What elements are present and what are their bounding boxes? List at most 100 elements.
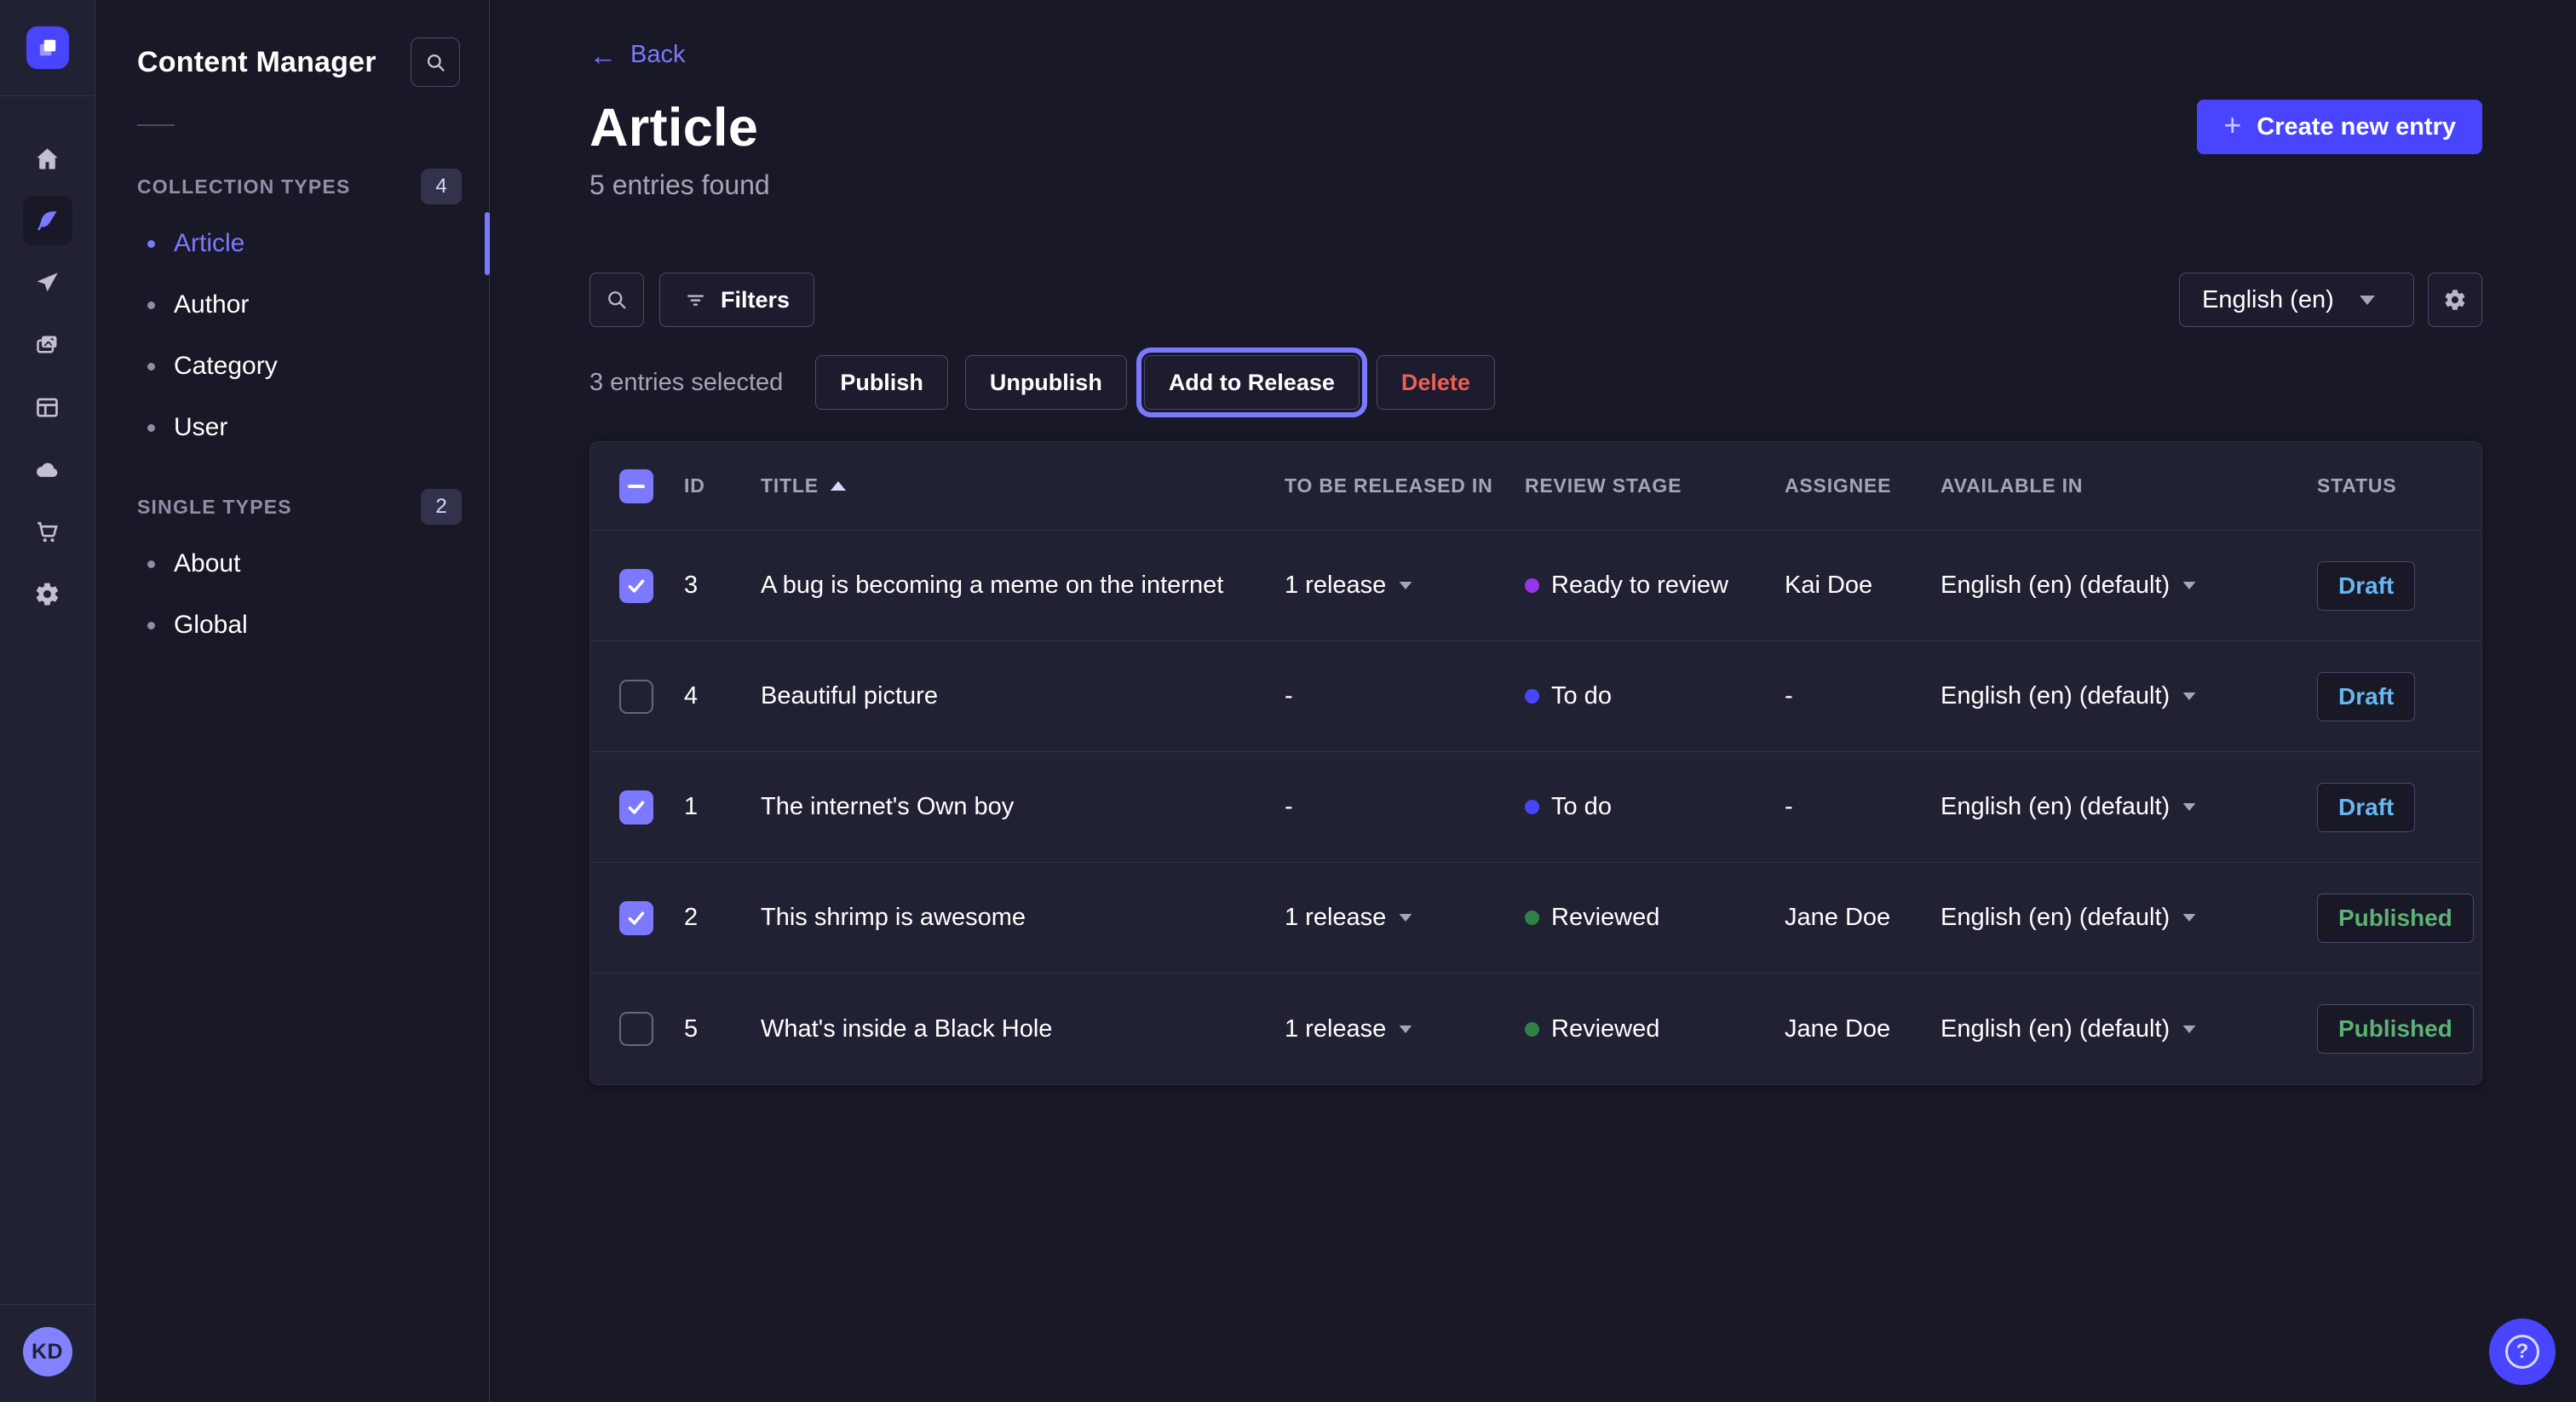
rail-nav [23,134,72,1304]
cell-available-in[interactable]: English (en) (default) [1941,904,2317,932]
cell-id: 1 [684,793,761,821]
locale-value: English (en) (default) [1941,682,2170,710]
content-type-builder-icon [34,394,60,421]
stage-dot [1525,689,1539,704]
status-badge: Draft [2317,672,2415,721]
stage-dot [1525,578,1539,593]
table-row[interactable]: 3A bug is becoming a meme on the interne… [590,531,2481,641]
cell-release[interactable]: 1 release [1285,572,1525,600]
strapi-logo-glyph [33,33,62,62]
table-row[interactable]: 1The internet's Own boy-To do-English (e… [590,752,2481,863]
status-badge: Draft [2317,783,2415,832]
cell-id: 4 [684,682,761,710]
chevron-down-icon [2360,296,2375,305]
sidebar-item-category[interactable]: Category [95,336,489,397]
stage-label: Reviewed [1551,1015,1659,1043]
cell-review-stage: To do [1525,682,1785,710]
sidebar-item-label: Category [174,352,278,381]
release-value: 1 release [1285,1015,1386,1043]
cell-available-in[interactable]: English (en) (default) [1941,793,2317,821]
sidebar-section-1: SINGLE TYPES2AboutGlobal [95,480,489,656]
cell-available-in[interactable]: English (en) (default) [1941,572,2317,600]
column-header-assignee[interactable]: ASSIGNEE [1785,474,1941,497]
app-root: KD Content Manager COLLECTION TYPES4Arti… [0,0,2576,1402]
cell-release[interactable]: 1 release [1285,1015,1525,1043]
cell-assignee: Jane Doe [1785,1015,1941,1043]
column-header-release[interactable]: TO BE RELEASED IN [1285,474,1525,497]
chevron-down-icon [1400,1025,1412,1032]
rail-bottom: KD [0,1304,95,1402]
sidebar-item-user[interactable]: User [95,397,489,458]
main-content: ← Back Article 5 entries found + Create … [490,0,2576,1402]
rail-item-home[interactable] [23,134,72,183]
question-icon: ? [2505,1335,2539,1369]
plus-icon: + [2223,110,2241,141]
table-row[interactable]: 4Beautiful picture-To do-English (en) (d… [590,641,2481,752]
row-checkbox[interactable] [619,569,653,603]
filters-button[interactable]: Filters [659,273,814,327]
column-header-status[interactable]: STATUS [2317,474,2481,497]
back-link[interactable]: ← Back [589,41,685,69]
column-header-title[interactable]: TITLE [761,474,1285,497]
help-button[interactable]: ? [2489,1319,2556,1385]
rail-item-releases[interactable] [23,258,72,307]
publish-button[interactable]: Publish [815,355,948,410]
settings-icon [34,581,60,607]
rail-item-content-manager[interactable] [23,196,72,245]
add-to-release-button[interactable]: Add to Release [1144,355,1360,410]
unpublish-button[interactable]: Unpublish [965,355,1127,410]
check-icon [624,906,648,930]
section-count-badge: 4 [421,169,462,204]
rail-item-marketplace[interactable] [23,507,72,556]
sidebar-item-article[interactable]: Article [95,213,489,274]
release-value: - [1285,682,1293,710]
cell-assignee: - [1785,682,1941,710]
avatar[interactable]: KD [23,1327,72,1376]
select-all-checkbox[interactable] [619,469,653,503]
cell-available-in[interactable]: English (en) (default) [1941,682,2317,710]
sidebar-item-author[interactable]: Author [95,274,489,336]
rail-item-media-library[interactable] [23,320,72,370]
rail-item-settings[interactable] [23,569,72,618]
section-head: SINGLE TYPES2 [95,480,489,533]
cell-id: 3 [684,572,761,600]
column-header-review-stage[interactable]: REVIEW STAGE [1525,474,1785,497]
sort-asc-icon [831,481,846,491]
strapi-logo[interactable] [26,26,69,69]
row-checkbox[interactable] [619,901,653,935]
cell-available-in[interactable]: English (en) (default) [1941,1015,2317,1043]
cell-checkbox [619,1012,684,1046]
delete-button[interactable]: Delete [1377,355,1495,410]
back-label: Back [630,41,685,69]
row-checkbox[interactable] [619,790,653,825]
column-header-id[interactable]: ID [684,474,761,497]
row-checkbox[interactable] [619,680,653,714]
sidebar-item-about[interactable]: About [95,533,489,595]
bullet-icon [147,424,155,432]
locale-select[interactable]: English (en) [2179,273,2414,327]
view-settings-button[interactable] [2428,273,2482,327]
search-button[interactable] [589,273,644,327]
sidebar-item-global[interactable]: Global [95,595,489,656]
search-icon [605,288,629,312]
cell-assignee: Jane Doe [1785,904,1941,932]
table-row[interactable]: 5What's inside a Black Hole1 releaseRevi… [590,974,2481,1084]
cell-status: Draft [2317,783,2481,832]
cell-release[interactable]: 1 release [1285,904,1525,932]
section-head: COLLECTION TYPES4 [95,160,489,213]
stage-dot [1525,800,1539,814]
row-checkbox[interactable] [619,1012,653,1046]
status-badge: Draft [2317,561,2415,611]
stage-label: To do [1551,793,1612,821]
locale-value: English (en) (default) [1941,793,2170,821]
cell-assignee: - [1785,793,1941,821]
sidebar-search-button[interactable] [411,37,460,87]
status-badge: Published [2317,1004,2474,1054]
cell-checkbox [619,680,684,714]
stage-label: Ready to review [1551,572,1728,600]
column-header-available-in[interactable]: AVAILABLE IN [1941,474,2317,497]
create-new-entry-button[interactable]: + Create new entry [2197,100,2482,154]
table-row[interactable]: 2This shrimp is awesome1 releaseReviewed… [590,863,2481,974]
rail-item-deploy[interactable] [23,445,72,494]
rail-item-content-type-builder[interactable] [23,382,72,432]
